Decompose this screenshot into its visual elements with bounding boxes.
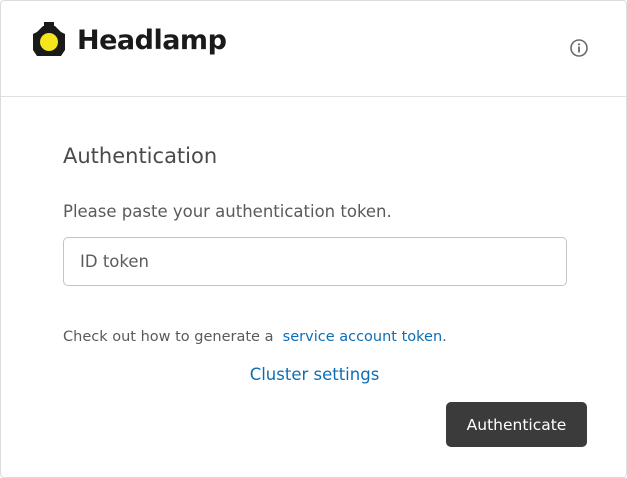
hint-text: Check out how to generate a bbox=[63, 329, 274, 345]
authenticate-button[interactable]: Authenticate bbox=[446, 402, 587, 447]
dialog-title: Authentication bbox=[63, 144, 218, 168]
auth-dialog: Headlamp Authentication Please paste you… bbox=[0, 0, 627, 478]
service-account-token-link[interactable]: service account token bbox=[283, 329, 442, 345]
headlamp-logo-icon bbox=[33, 22, 65, 56]
dialog-header: Headlamp bbox=[1, 1, 626, 97]
cluster-settings-container: Cluster settings bbox=[1, 363, 626, 387]
id-token-input[interactable] bbox=[63, 237, 567, 286]
info-icon[interactable] bbox=[569, 38, 589, 58]
cluster-settings-link[interactable]: Cluster settings bbox=[250, 365, 380, 384]
brand-name: Headlamp bbox=[77, 25, 227, 56]
hint-suffix: . bbox=[442, 329, 447, 345]
token-hint: Check out how to generate a service acco… bbox=[63, 326, 447, 348]
dialog-subtitle: Please paste your authentication token. bbox=[63, 202, 392, 221]
